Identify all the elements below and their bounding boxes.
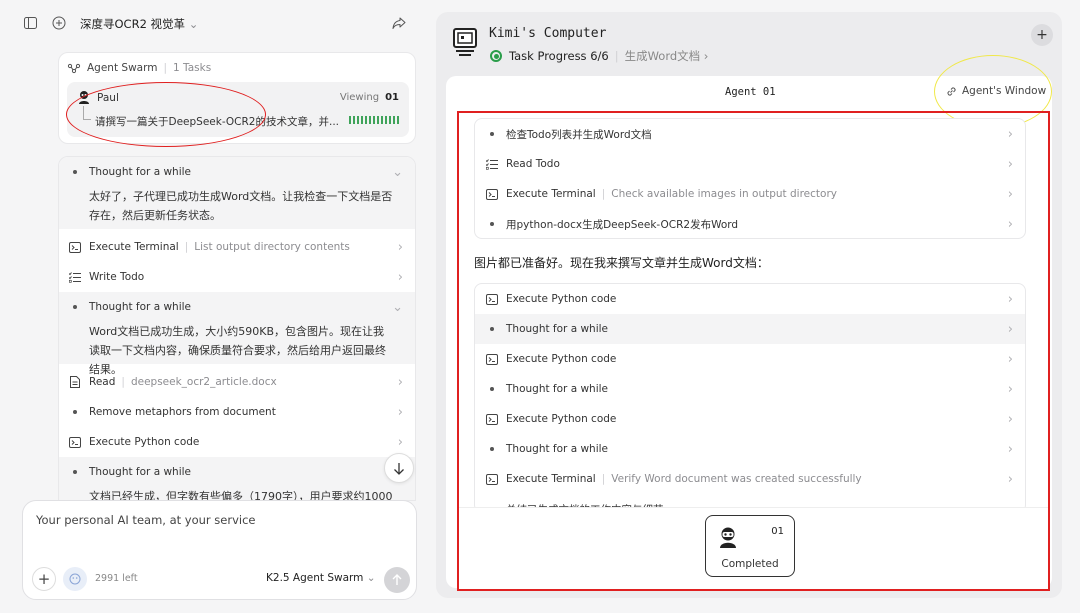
- chevron-right-icon: ›: [397, 269, 403, 285]
- annotation-red-rectangle: [457, 111, 1050, 591]
- progress-bars: [349, 116, 399, 124]
- progress-link[interactable]: 生成Word文档 ›: [625, 48, 709, 64]
- tab-agent-01[interactable]: Agent 01: [725, 86, 776, 98]
- send-button[interactable]: [384, 567, 410, 593]
- attach-plus-button[interactable]: +: [32, 567, 56, 591]
- viewing-status: Viewing 01: [339, 92, 399, 103]
- step-thought[interactable]: Thought for a while: [59, 457, 415, 487]
- terminal-icon: [68, 435, 82, 449]
- document-icon: [68, 375, 82, 389]
- todo-list-icon: [68, 270, 82, 284]
- sidebar-toggle-icon[interactable]: [24, 17, 37, 29]
- chat-title[interactable]: 深度寻OCR2 视觉革 ⌄: [80, 16, 198, 32]
- chevron-right-icon: ›: [397, 434, 403, 450]
- swarm-icon: [67, 63, 81, 74]
- chevron-right-icon: ›: [397, 374, 403, 390]
- share-icon[interactable]: [392, 16, 406, 30]
- chevron-up-icon: ⌄: [392, 164, 403, 180]
- mode-chip-icon[interactable]: [63, 567, 87, 591]
- computer-title: Kimi's Computer: [489, 26, 607, 41]
- chat-input-placeholder[interactable]: Your personal AI team, at your service: [36, 513, 256, 527]
- thought-text: 文档已经生成，但字数有些偏多（1790字），用户要求约1000: [59, 487, 415, 500]
- arrow-down-icon: [394, 462, 404, 475]
- step-execute-terminal[interactable]: Execute Terminal | List output directory c…: [59, 232, 415, 262]
- chevron-right-icon: ›: [397, 404, 403, 420]
- step-thought[interactable]: Thought for a while ⌄: [59, 157, 415, 187]
- step-write-todo[interactable]: Write Todo ›: [59, 262, 415, 292]
- chevron-up-icon: ⌄: [392, 299, 403, 315]
- scroll-down-button[interactable]: [384, 453, 414, 483]
- thought-text: 太好了，子代理已成功生成Word文档。让我检查一下文档是否存在，然后更新任务状态…: [59, 187, 415, 229]
- chat-input-box[interactable]: Your personal AI team, at your service +…: [22, 500, 417, 600]
- swarm-task-count: 1 Tasks: [173, 62, 212, 74]
- step-read[interactable]: Read | deepseek_ocr2_article.docx ›: [59, 367, 415, 397]
- bullet-icon: [73, 410, 77, 414]
- left-step-list: Thought for a while ⌄ 太好了，子代理已成功生成Word文档…: [58, 156, 416, 501]
- bullet-icon: [73, 170, 77, 174]
- swarm-label: Agent Swarm: [87, 62, 158, 74]
- step-thought[interactable]: Thought for a while ⌄: [59, 292, 415, 322]
- chevron-right-icon: ›: [397, 239, 403, 255]
- terminal-icon: [68, 240, 82, 254]
- bullet-icon: [73, 305, 77, 309]
- step-remove-metaphors[interactable]: Remove metaphors from document ›: [59, 397, 415, 427]
- annotation-red-ellipse: [66, 82, 266, 147]
- chars-left: 2991 left: [95, 573, 138, 584]
- step-execute-python[interactable]: Execute Python code ›: [59, 427, 415, 457]
- left-header: 深度寻OCR2 视觉革 ⌄: [0, 0, 430, 46]
- thought-text: Word文档已成功生成，大小约590KB，包含图片。现在让我读取一下文档内容，确…: [59, 322, 415, 376]
- expand-plus-button[interactable]: +: [1031, 24, 1053, 46]
- new-chat-icon[interactable]: [52, 16, 66, 30]
- computer-icon: [451, 27, 481, 57]
- model-selector[interactable]: K2.5 Agent Swarm ⌄: [266, 572, 376, 584]
- bullet-icon: [73, 470, 77, 474]
- arrow-up-icon: [392, 574, 402, 585]
- status-check-icon: [490, 50, 502, 62]
- task-progress: Task Progress 6/6 | 生成Word文档 ›: [490, 48, 708, 64]
